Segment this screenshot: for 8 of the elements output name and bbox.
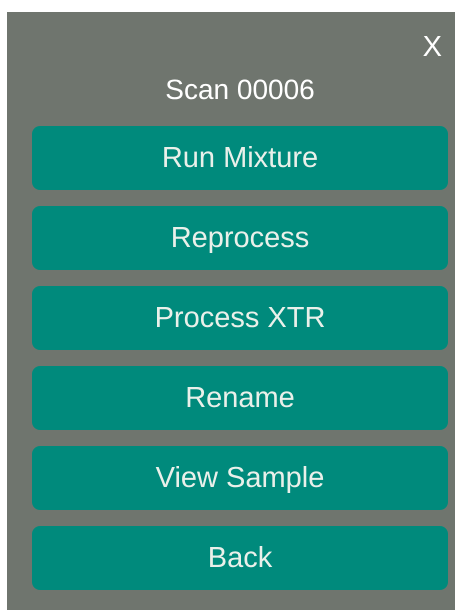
- menu-button[interactable]: Reprocess: [32, 206, 448, 270]
- dialog-title: Scan 00006: [164, 73, 316, 107]
- menu-button[interactable]: Rename: [32, 366, 448, 430]
- menu-button[interactable]: Back: [32, 526, 448, 590]
- menu-button[interactable]: Process XTR: [32, 286, 448, 350]
- menu-button[interactable]: Run Mixture: [32, 126, 448, 190]
- menu-button[interactable]: View Sample: [32, 446, 448, 510]
- close-button[interactable]: X: [416, 28, 448, 66]
